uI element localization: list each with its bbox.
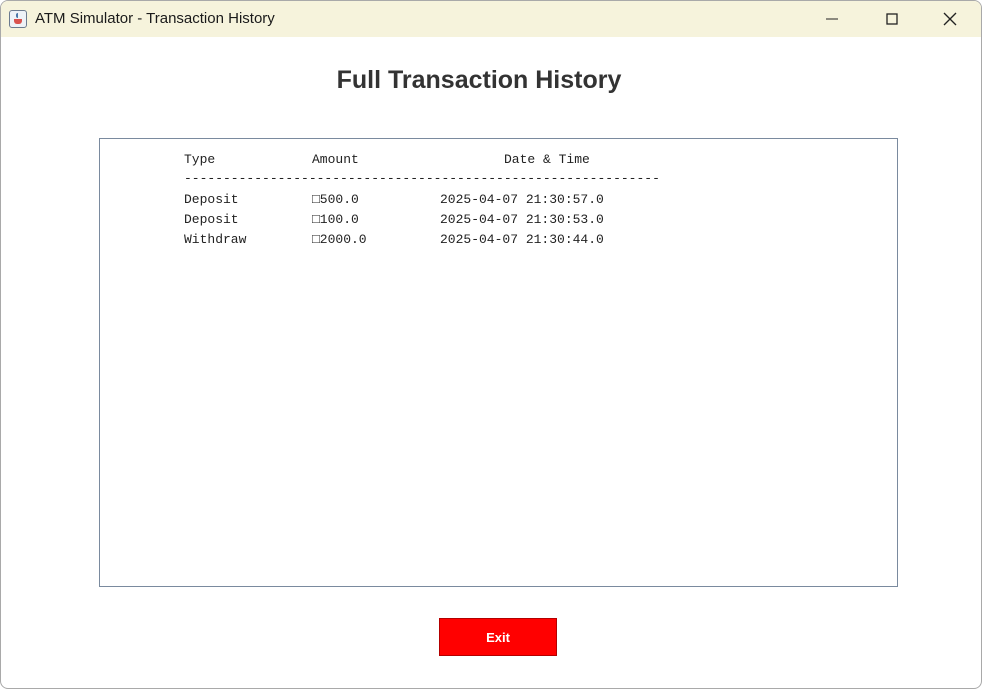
row-datetime: 2025-04-07 21:30:44.0 xyxy=(440,232,604,247)
header-type: Type xyxy=(184,152,216,167)
row-type: Deposit xyxy=(184,212,239,227)
header-amount: Amount xyxy=(312,152,359,167)
row-type: Withdraw xyxy=(184,232,247,247)
window-title: ATM Simulator - Transaction History xyxy=(35,10,275,27)
row-amount: □100.0 xyxy=(312,212,359,227)
row-type: Deposit xyxy=(184,192,239,207)
minimize-button[interactable] xyxy=(803,1,861,37)
header-separator: ----------------------------------------… xyxy=(184,171,660,186)
row-datetime: 2025-04-07 21:30:53.0 xyxy=(440,212,604,227)
title-bar[interactable]: ATM Simulator - Transaction History xyxy=(1,1,981,37)
row-datetime: 2025-04-07 21:30:57.0 xyxy=(440,192,604,207)
atm-window: ATM Simulator - Transaction History Full… xyxy=(0,0,982,689)
transaction-history-area[interactable]: Type Amount Date & Time ----------------… xyxy=(99,138,898,587)
exit-button[interactable]: Exit xyxy=(439,618,557,656)
maximize-icon xyxy=(886,13,898,25)
page-title: Full Transaction History xyxy=(336,66,622,94)
minimize-icon xyxy=(826,18,838,20)
close-button[interactable] xyxy=(921,1,979,37)
maximize-button[interactable] xyxy=(863,1,921,37)
header-datetime: Date & Time xyxy=(504,152,590,167)
close-icon xyxy=(943,12,957,26)
row-amount: □2000.0 xyxy=(312,232,367,247)
java-app-icon xyxy=(9,10,27,28)
row-amount: □500.0 xyxy=(312,192,359,207)
